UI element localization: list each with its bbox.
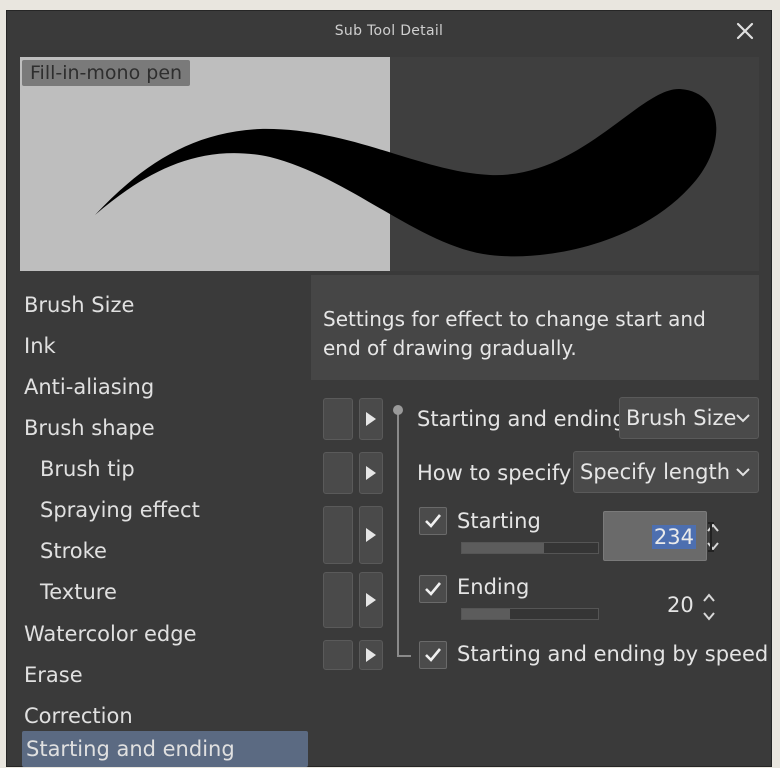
row3-expand-button[interactable] bbox=[359, 506, 383, 564]
how-to-specify-value: Specify length bbox=[580, 460, 731, 484]
starting-value: 234 bbox=[651, 525, 696, 549]
row1-expand-button[interactable] bbox=[359, 398, 383, 440]
row1-lock-toggle[interactable] bbox=[323, 398, 353, 440]
ending-slider[interactable] bbox=[461, 608, 599, 620]
starting-checkbox[interactable] bbox=[419, 507, 447, 535]
category-texture[interactable]: Texture bbox=[40, 574, 117, 610]
tree-node-dot bbox=[393, 405, 403, 415]
triangle-right-icon bbox=[366, 648, 376, 662]
checkmark-icon bbox=[425, 582, 442, 596]
how-to-specify-label: How to specify bbox=[417, 461, 572, 485]
chevron-down-icon bbox=[736, 468, 750, 477]
starting-spinner-icon[interactable] bbox=[705, 517, 721, 557]
checkmark-icon bbox=[425, 514, 442, 528]
by-speed-checkbox[interactable] bbox=[419, 641, 447, 669]
starting-and-ending-dropdown[interactable]: Brush Size bbox=[619, 397, 759, 439]
category-brush-size[interactable]: Brush Size bbox=[24, 287, 134, 323]
how-to-specify-dropdown[interactable]: Specify length bbox=[573, 451, 759, 493]
category-spraying-effect[interactable]: Spraying effect bbox=[40, 492, 200, 528]
category-anti-aliasing[interactable]: Anti-aliasing bbox=[24, 369, 154, 405]
row3-lock-toggle[interactable] bbox=[323, 506, 353, 564]
row2-expand-button[interactable] bbox=[359, 452, 383, 494]
category-erase[interactable]: Erase bbox=[24, 657, 83, 693]
row5-expand-button[interactable] bbox=[359, 640, 383, 670]
category-correction[interactable]: Correction bbox=[24, 698, 133, 734]
row4-lock-toggle[interactable] bbox=[323, 572, 353, 628]
triangle-right-icon bbox=[366, 412, 376, 426]
checkmark-icon bbox=[425, 648, 442, 662]
title-bar: Sub Tool Detail bbox=[7, 11, 771, 55]
row2-lock-toggle[interactable] bbox=[323, 452, 353, 494]
ending-label: Ending bbox=[457, 575, 530, 599]
row5-lock-toggle[interactable] bbox=[323, 640, 353, 670]
category-starting-and-ending[interactable]: Starting and ending bbox=[22, 731, 308, 767]
ending-slider-fill bbox=[462, 609, 510, 619]
row4-expand-button[interactable] bbox=[359, 572, 383, 628]
starting-slider-fill bbox=[462, 543, 544, 553]
close-icon bbox=[736, 22, 754, 40]
category-list: Brush Size Ink Anti-aliasing Brush shape… bbox=[20, 275, 310, 768]
category-ink[interactable]: Ink bbox=[24, 328, 56, 364]
tree-connector-end bbox=[397, 655, 411, 657]
sub-tool-detail-window: Sub Tool Detail Fill-in-mono pen Brush S… bbox=[6, 10, 772, 767]
triangle-right-icon bbox=[366, 593, 376, 607]
by-speed-label: Starting and ending by speed bbox=[457, 642, 769, 666]
settings-panel: Starting and ending Brush Size How to sp… bbox=[311, 383, 773, 673]
starting-and-ending-label: Starting and ending bbox=[417, 407, 626, 431]
category-brush-tip[interactable]: Brush tip bbox=[40, 451, 135, 487]
chevron-down-icon bbox=[736, 414, 750, 423]
stroke-preview-image bbox=[20, 57, 759, 271]
category-watercolor-edge[interactable]: Watercolor edge bbox=[24, 616, 197, 652]
ending-spinner-icon[interactable] bbox=[701, 589, 717, 625]
ending-checkbox[interactable] bbox=[419, 575, 447, 603]
starting-and-ending-value: Brush Size bbox=[626, 406, 737, 430]
close-button[interactable] bbox=[731, 17, 759, 45]
tree-connector-line bbox=[397, 409, 399, 657]
triangle-right-icon bbox=[366, 466, 376, 480]
category-stroke[interactable]: Stroke bbox=[40, 533, 107, 569]
category-brush-shape[interactable]: Brush shape bbox=[24, 410, 155, 446]
starting-label: Starting bbox=[457, 509, 541, 533]
category-description: Settings for effect to change start and … bbox=[311, 275, 759, 380]
preview-label: Fill-in-mono pen bbox=[22, 60, 191, 86]
brush-stroke-preview: Fill-in-mono pen bbox=[20, 57, 759, 271]
window-title: Sub Tool Detail bbox=[334, 23, 444, 39]
starting-number-input[interactable]: 234 bbox=[603, 511, 707, 561]
starting-slider[interactable] bbox=[461, 542, 599, 554]
ending-value[interactable]: 20 bbox=[667, 593, 694, 617]
triangle-right-icon bbox=[366, 528, 376, 542]
